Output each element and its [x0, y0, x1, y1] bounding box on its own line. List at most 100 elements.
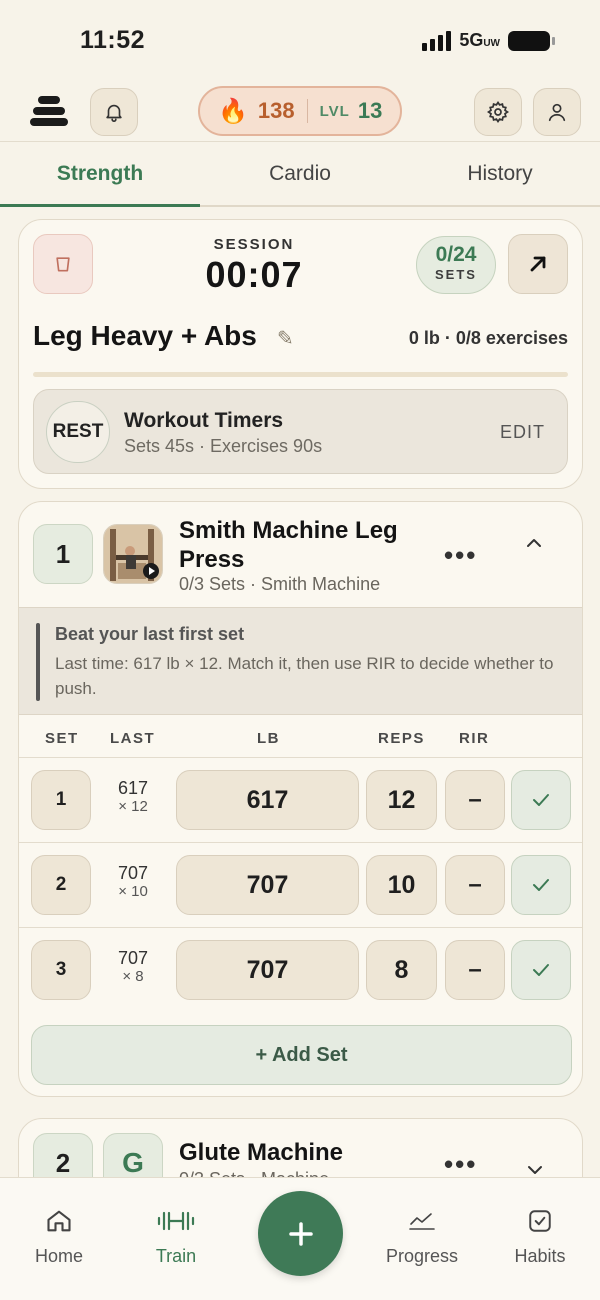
set-number[interactable]: 2	[31, 855, 91, 915]
mode-tabs: Strength Cardio History	[0, 143, 600, 207]
dumbbell-icon	[121, 1204, 231, 1238]
add-set-button[interactable]: + Add Set	[31, 1025, 572, 1085]
tip-title: Beat your last first set	[55, 624, 245, 644]
profile-button[interactable]	[533, 88, 581, 136]
nav-home[interactable]: Home	[4, 1204, 114, 1267]
timers-title: Workout Timers	[124, 409, 284, 432]
app-logo-icon[interactable]	[30, 94, 68, 128]
rir-input[interactable]: –	[445, 855, 505, 915]
nav-train[interactable]: Train	[121, 1204, 231, 1267]
battery-icon	[508, 30, 555, 51]
edit-name-pencil-icon[interactable]: ✎	[277, 326, 294, 351]
exercise-video-thumbnail[interactable]	[103, 524, 163, 584]
nav-progress-label: Progress	[385, 1246, 459, 1266]
exercise-number: 1	[33, 524, 93, 584]
session-progress-bar	[33, 372, 568, 377]
header-divider	[0, 141, 600, 142]
set-row: 1 617 × 12 617 12 –	[19, 758, 582, 843]
collapse-chevron-icon[interactable]	[525, 532, 543, 555]
streak-count: 138	[257, 98, 295, 123]
arrow-up-right-icon	[530, 256, 546, 272]
streak-level-badge[interactable]: 🔥 138 LVL 13	[198, 86, 402, 136]
level-label: LVL	[319, 102, 350, 120]
workout-name: Leg Heavy + Abs	[33, 320, 257, 351]
bell-icon	[106, 104, 122, 122]
tab-cardio[interactable]: Cardio	[200, 143, 400, 205]
sets-progress-pill[interactable]: 0/24 SETS	[416, 236, 496, 294]
settings-button[interactable]	[474, 88, 522, 136]
flame-icon: 🔥	[218, 97, 248, 125]
workout-timers-panel[interactable]: REST Workout Timers Sets 45s · Exercises…	[33, 389, 568, 474]
column-last: LAST	[110, 730, 156, 747]
timers-subtitle: Sets 45s · Exercises 90s	[124, 436, 323, 456]
last-performance: 617 × 12	[103, 778, 163, 816]
sets-progress-label: SETS	[435, 267, 477, 282]
check-icon	[533, 794, 549, 806]
progression-tip: Beat your last first set Last time: 617 …	[19, 607, 582, 715]
last-weight: 707	[117, 948, 149, 968]
reps-input[interactable]: 10	[366, 855, 437, 915]
last-reps: × 12	[118, 798, 148, 815]
last-reps: × 10	[118, 883, 148, 900]
home-icon	[4, 1204, 114, 1238]
sets-table-header: SET LAST LB REPS RIR	[19, 715, 582, 758]
rir-input[interactable]: –	[445, 770, 505, 830]
complete-set-button[interactable]	[511, 770, 571, 830]
badge-divider	[306, 99, 308, 123]
tip-accent-bar	[36, 623, 40, 701]
session-card: SESSION 00:07 0/24 SETS Leg Heavy + Abs …	[18, 219, 583, 489]
status-bar: 11:52 5GUW	[0, 0, 600, 80]
app-header: 🔥 138 LVL 13	[0, 84, 600, 142]
signal-icon	[422, 30, 452, 51]
status-time: 11:52	[80, 26, 146, 54]
discard-session-button[interactable]	[33, 234, 93, 294]
level-value: 13	[357, 98, 383, 123]
complete-set-button[interactable]	[511, 940, 571, 1000]
session-timer: 00:07	[205, 254, 303, 295]
tip-body: Last time: 617 lb × 12. Match it, then u…	[55, 654, 554, 698]
user-icon	[548, 103, 566, 122]
exercise-card: 1 Smith Machine Leg Press 0/3 Sets · Smi…	[18, 501, 583, 1097]
reps-input[interactable]: 12	[366, 770, 437, 830]
network-type: 5G	[459, 30, 484, 50]
complete-set-button[interactable]	[511, 855, 571, 915]
expand-session-button[interactable]	[508, 234, 568, 294]
rest-badge: REST	[46, 401, 110, 463]
tab-history[interactable]: History	[400, 143, 600, 205]
tab-strength[interactable]: Strength	[0, 143, 200, 207]
check-icon	[533, 964, 549, 976]
checkbox-icon	[485, 1204, 595, 1238]
set-number[interactable]: 1	[31, 770, 91, 830]
more-options-icon[interactable]: •••	[444, 1149, 477, 1180]
exercise-name[interactable]: Glute Machine	[179, 1139, 343, 1167]
edit-timers-button[interactable]: EDIT	[500, 422, 545, 443]
nav-home-label: Home	[34, 1246, 83, 1266]
set-row: 3 707 × 8 707 8 –	[19, 928, 582, 1013]
weight-input[interactable]: 707	[176, 855, 359, 915]
add-workout-button[interactable]	[258, 1191, 343, 1276]
reps-input[interactable]: 8	[366, 940, 437, 1000]
column-set: SET	[45, 730, 79, 747]
column-lb: LB	[257, 730, 280, 747]
notifications-button[interactable]	[90, 88, 138, 136]
status-indicators: 5GUW	[422, 30, 555, 51]
nav-habits[interactable]: Habits	[485, 1204, 595, 1267]
weight-input[interactable]: 707	[176, 940, 359, 1000]
last-weight: 707	[117, 863, 149, 883]
last-performance: 707 × 10	[103, 863, 163, 901]
workout-stats: 0 lb · 0/8 exercises	[408, 328, 568, 348]
exercise-meta: 0/3 Sets · Smith Machine	[179, 574, 381, 594]
set-row: 2 707 × 10 707 10 –	[19, 843, 582, 928]
weight-input[interactable]: 617	[176, 770, 359, 830]
plus-icon	[288, 1221, 313, 1246]
session-label: SESSION	[213, 236, 295, 253]
set-number[interactable]: 3	[31, 940, 91, 1000]
nav-progress[interactable]: Progress	[367, 1204, 477, 1267]
rir-input[interactable]: –	[445, 940, 505, 1000]
more-options-icon[interactable]: •••	[444, 540, 477, 571]
exercise-name[interactable]: Smith Machine Leg Press	[179, 516, 439, 574]
check-icon	[533, 879, 549, 891]
nav-habits-label: Habits	[514, 1246, 566, 1266]
column-reps: REPS	[378, 730, 425, 747]
nav-train-label: Train	[155, 1246, 197, 1266]
